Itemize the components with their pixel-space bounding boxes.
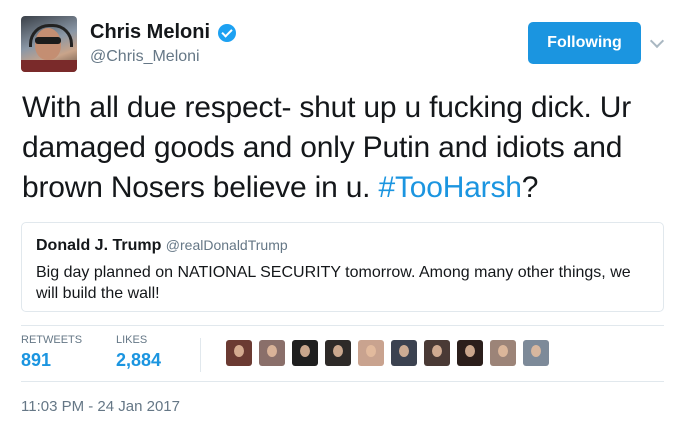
liker-avatar[interactable] [358, 340, 384, 366]
liker-avatar[interactable] [391, 340, 417, 366]
hashtag-link[interactable]: #TooHarsh [378, 171, 521, 204]
liker-avatar[interactable] [325, 340, 351, 366]
chevron-down-icon[interactable] [649, 33, 665, 49]
liker-avatar[interactable] [259, 340, 285, 366]
liker-avatar[interactable] [424, 340, 450, 366]
author-display-name[interactable]: Chris Meloni [90, 21, 210, 44]
retweets-label: RETWEETS [21, 334, 83, 346]
author-handle[interactable]: @Chris_Meloni [90, 48, 200, 66]
verified-badge-icon [218, 24, 236, 42]
likes-count[interactable]: 2,884 [116, 350, 161, 371]
shirt-shape [21, 60, 77, 72]
retweets-count[interactable]: 891 [21, 350, 51, 371]
stats-top-divider [21, 325, 664, 326]
quoted-author-handle: @realDonaldTrump [165, 237, 288, 253]
following-button[interactable]: Following [528, 22, 641, 64]
liker-avatar[interactable] [292, 340, 318, 366]
tweet-timestamp[interactable]: 11:03 PM - 24 Jan 2017 [21, 398, 180, 415]
sunglasses-shape [35, 37, 61, 44]
quoted-author-name: Donald J. Trump [36, 237, 162, 254]
face-shape [35, 28, 61, 60]
quoted-tweet-header: Donald J. Trump @realDonaldTrump [36, 237, 288, 255]
tweet-text: With all due respect- shut up u fucking … [22, 88, 682, 208]
stats-separator [200, 338, 201, 372]
quoted-tweet-text: Big day planned on NATIONAL SECURITY tom… [36, 264, 631, 302]
liker-avatar[interactable] [490, 340, 516, 366]
liker-avatar[interactable] [457, 340, 483, 366]
tweet-trailing-text: ? [521, 171, 539, 204]
author-avatar[interactable] [21, 16, 77, 72]
quoted-tweet-card[interactable]: Donald J. Trump @realDonaldTrump Big day… [21, 222, 664, 312]
liker-avatar[interactable] [226, 340, 252, 366]
stats-bottom-divider [21, 381, 664, 382]
liker-avatar[interactable] [523, 340, 549, 366]
tweet-body-text: With all due respect- shut up u fucking … [22, 91, 632, 204]
likes-label: LIKES [116, 334, 148, 346]
